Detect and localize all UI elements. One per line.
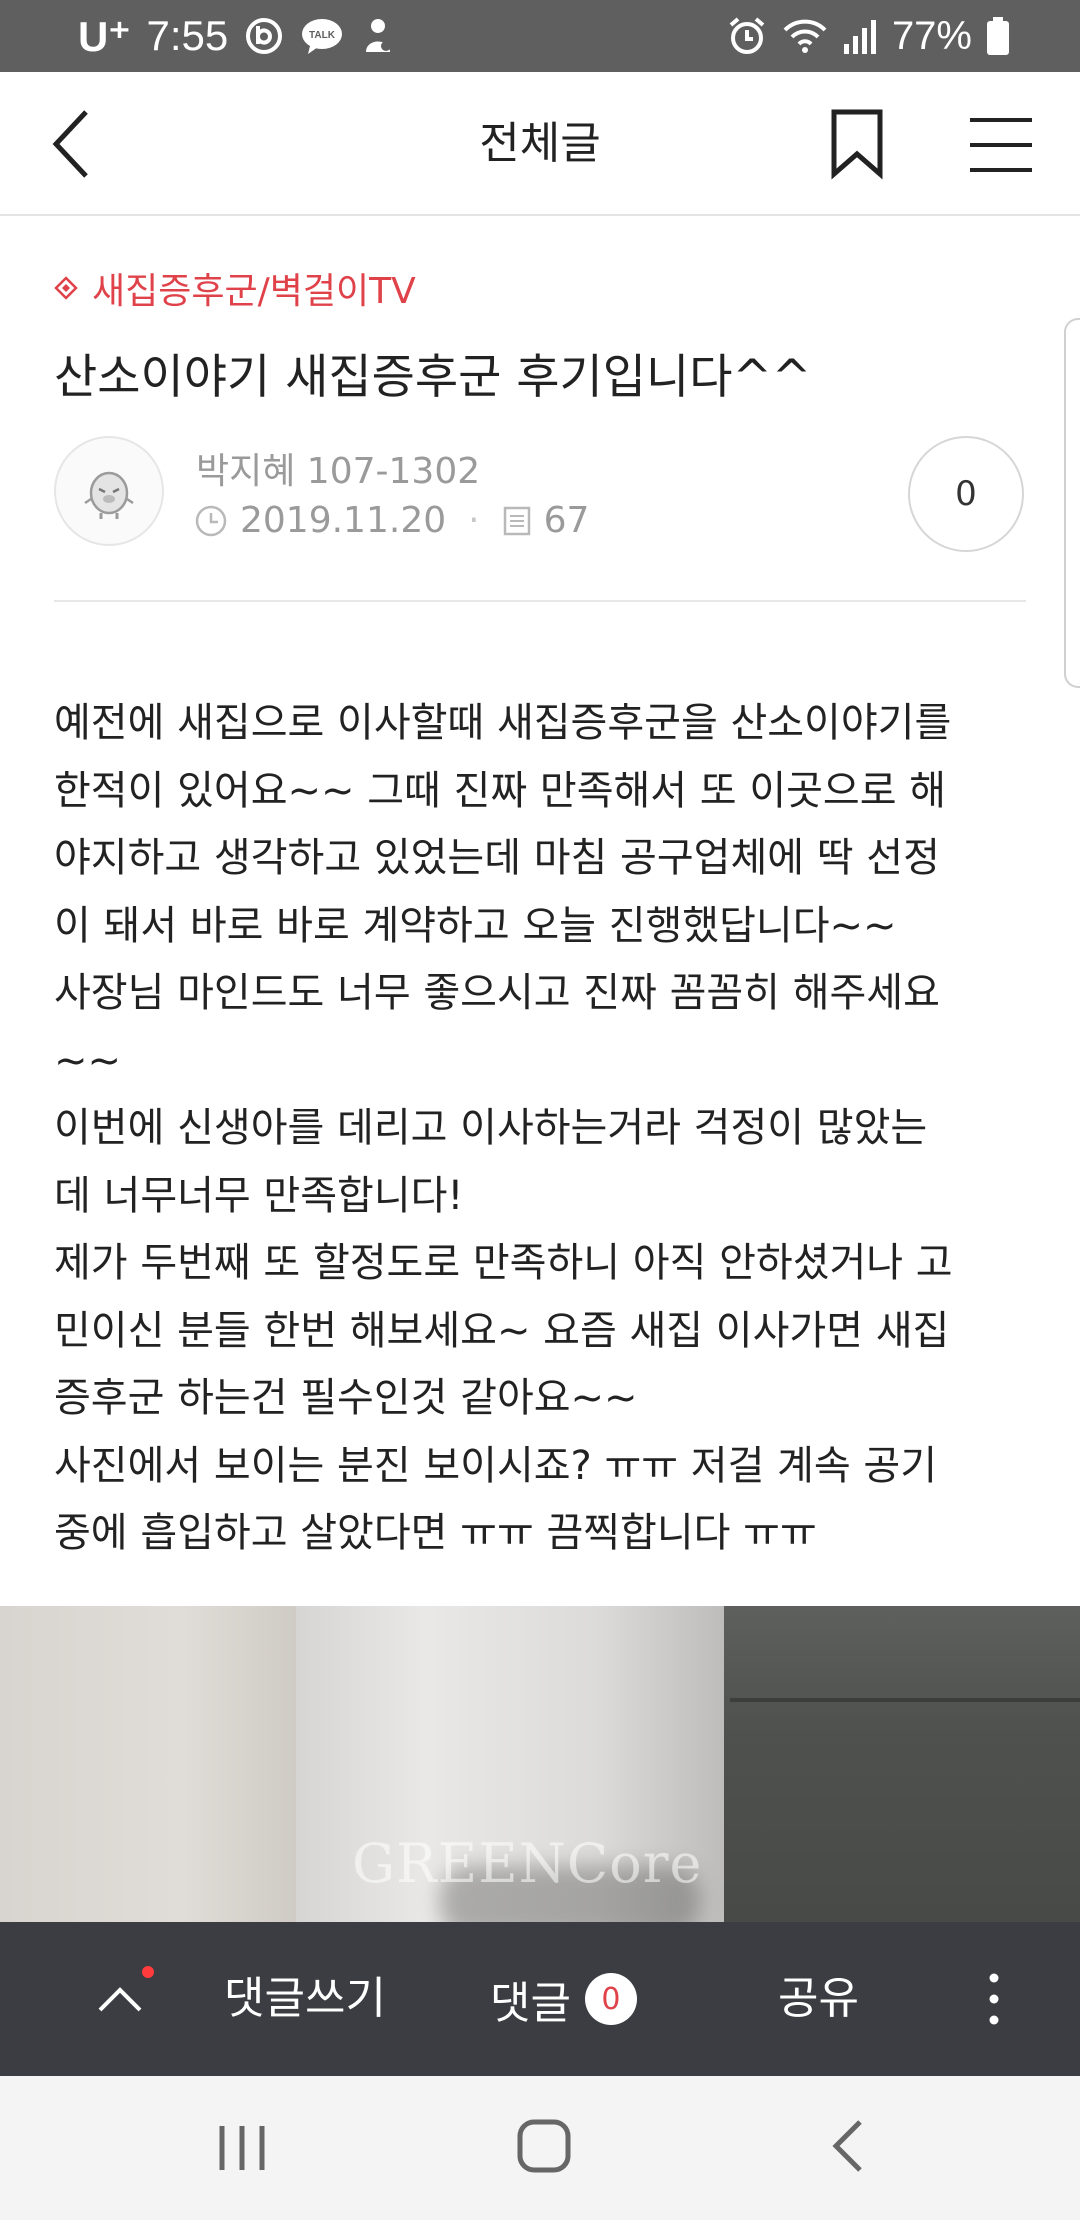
- back-arrow-icon: [832, 2120, 862, 2172]
- view-count: 67: [543, 500, 590, 541]
- band-icon: [244, 16, 284, 56]
- category-label: 새집증후군/벽걸이TV: [92, 271, 416, 312]
- app-bar: 전체글: [0, 72, 1080, 216]
- comments-label: 댓글: [490, 1978, 571, 2029]
- body-line: 중에 흡입하고 살았다면 ㅠㅠ 끔찍합니다 ㅠㅠ: [54, 1510, 817, 1556]
- write-comment-button[interactable]: 댓글쓰기: [224, 1922, 386, 2076]
- body-line: 한적이 있어요~~ 그때 진짜 만족해서 또 이곳으로 해: [54, 767, 947, 814]
- status-bar: U⁺ 7:55 TALK 77%: [0, 0, 1080, 72]
- battery-percent: 77%: [891, 13, 972, 58]
- body-line: 예전에 새집으로 이사할때 새집증후군을 산소이야기를: [54, 700, 952, 746]
- svg-text:TALK: TALK: [309, 30, 336, 41]
- comments-button[interactable]: 댓글 0: [490, 1922, 637, 2076]
- system-nav-bar: [0, 2076, 1080, 2220]
- comment-count-badge: 0: [584, 1973, 637, 2025]
- status-time: 7:55: [146, 12, 229, 59]
- diamond-icon: [54, 276, 78, 300]
- photo-device-area: [724, 1606, 1080, 1922]
- hamburger-menu-icon: [970, 118, 1032, 172]
- post-date: 2019.11.20: [240, 500, 447, 541]
- menu-button[interactable]: [966, 110, 1036, 180]
- body-line: 야지하고 생각하고 있었는데 마침 공구업체에 딱 선정: [54, 835, 940, 881]
- recents-icon: [219, 2126, 265, 2170]
- kakaotalk-icon: TALK: [300, 16, 344, 56]
- notification-icon: [360, 16, 396, 56]
- avatar[interactable]: [54, 436, 164, 546]
- share-button[interactable]: 공유: [778, 1922, 859, 2076]
- body-line: 제가 두번째 또 할정도로 만족하니 아직 안하셨거나 고: [54, 1240, 953, 1286]
- like-button[interactable]: 0: [908, 436, 1024, 552]
- carrier-label: U⁺: [78, 12, 131, 60]
- meta-separator: ·: [468, 500, 480, 541]
- photo-wall-area: [0, 1606, 300, 1922]
- home-button[interactable]: [514, 2116, 574, 2176]
- like-count: 0: [955, 474, 977, 514]
- body-line: 데 너무너무 만족합니다!: [54, 1172, 464, 1219]
- alarm-icon: [726, 15, 768, 57]
- bottom-action-bar: 댓글쓰기 댓글 0 공유: [0, 1922, 1080, 2076]
- body-line: 사장님 마인드도 너무 좋으시고 진짜 꼼꼼히 해주세요: [54, 970, 940, 1016]
- system-back-button[interactable]: [822, 2116, 878, 2176]
- bookmark-button[interactable]: [826, 108, 892, 180]
- more-vertical-icon: [989, 1973, 999, 2025]
- photo-watermark: GREENCore: [352, 1832, 703, 1895]
- back-button[interactable]: [42, 106, 118, 182]
- chevron-left-icon: [52, 110, 88, 178]
- post-body: 예전에 새집으로 이사할때 새집증후군을 산소이야기를 한적이 있어요~~ 그때…: [54, 690, 1044, 1568]
- post-meta: 2019.11.20 · 67: [194, 500, 589, 541]
- new-indicator-dot: [142, 1966, 154, 1978]
- post-category[interactable]: 새집증후군/벽걸이TV: [54, 262, 416, 314]
- more-options-button[interactable]: [972, 1966, 1016, 2032]
- signal-icon: [842, 16, 878, 56]
- body-line: 증후군 하는건 필수인것 같아요~~: [54, 1375, 638, 1421]
- wifi-icon: [782, 16, 828, 56]
- recents-button[interactable]: [214, 2120, 270, 2176]
- views-icon: [503, 506, 530, 535]
- page-title: 전체글: [479, 118, 601, 169]
- battery-icon: [986, 16, 1010, 56]
- clock-icon: [195, 505, 227, 536]
- body-line: 민이신 분들 한번 해보세요~ 요즘 새집 이사가면 새집: [54, 1307, 950, 1354]
- post-title: 산소이야기 새집증후군 후기입니다^^: [54, 350, 812, 405]
- photo-edge: [730, 1698, 1080, 1702]
- body-line: 이번에 신생아를 데리고 이사하는거라 걱정이 많았는: [54, 1105, 928, 1151]
- body-line: 이 돼서 바로 바로 계약하고 오늘 진행했답니다~~: [54, 902, 897, 949]
- home-icon: [517, 2119, 571, 2173]
- author-name[interactable]: 박지혜 107-1302: [196, 442, 480, 494]
- body-line: 사진에서 보이는 분진 보이시죠? ㅠㅠ 저걸 계속 공기: [54, 1442, 938, 1489]
- body-line: ~~: [54, 1037, 122, 1084]
- post-photo[interactable]: GREENCore: [0, 1606, 1080, 1922]
- profile-character-icon: [84, 471, 134, 519]
- scroll-handle[interactable]: [1064, 318, 1080, 688]
- divider: [54, 600, 1026, 602]
- bookmark-icon: [831, 109, 883, 180]
